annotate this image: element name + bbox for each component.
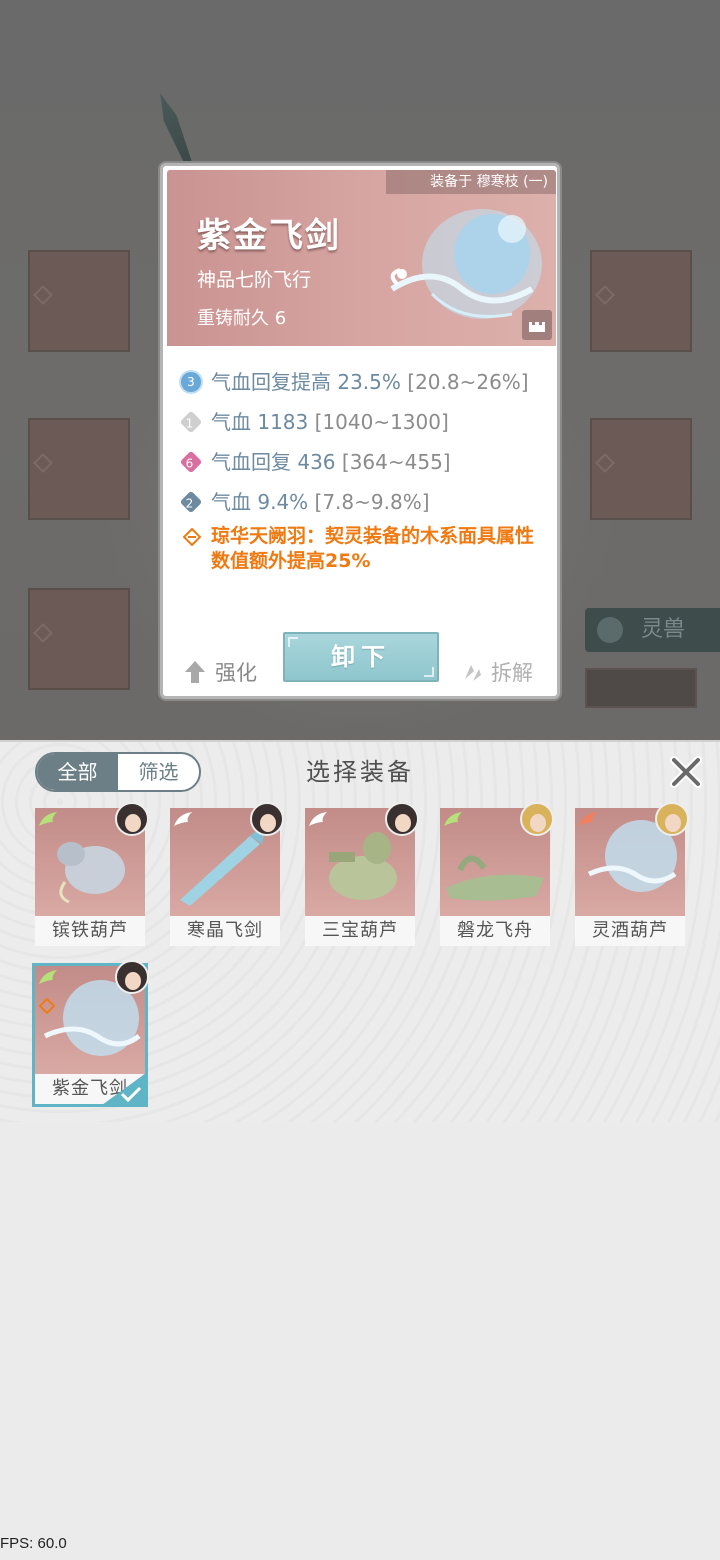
- panel-title: 选择装备: [306, 758, 414, 786]
- attribute-value: 气血回复 436: [211, 450, 336, 474]
- star-rating-box: [585, 668, 697, 708]
- equipment-detail-popup: 装备于 穆寒枝 (一) 紫金飞剑 神品七阶飞行 重铸耐久 6 3 气血回复提高 …: [160, 163, 560, 699]
- attribute-range: [20.8~26%]: [407, 370, 529, 394]
- item-durability: 重铸耐久 6: [197, 308, 287, 329]
- attribute-value: 气血回复提高 23.5%: [211, 370, 401, 394]
- slot-chain-icon: [33, 623, 53, 643]
- set-bonus: 琼华天阙羽：契灵装备的木系面具属性数值额外提高25%: [179, 524, 549, 574]
- item-name: 紫金飞剑: [197, 216, 341, 256]
- wing-icon: [39, 970, 57, 984]
- equipment-slot: [590, 250, 692, 352]
- set-link-icon: [39, 998, 55, 1014]
- item-grade: 神品七阶飞行: [197, 269, 312, 291]
- attribute-row: 3 气血回复提高 23.5% [20.8~26%]: [179, 362, 549, 402]
- equipment-card-selected[interactable]: 紫金飞剑: [32, 960, 149, 1107]
- corner-ornament: [424, 667, 434, 677]
- character-avatar: [115, 802, 149, 836]
- quality-badge-icon: 3: [181, 372, 201, 392]
- spirit-beast-icon: [597, 617, 623, 643]
- equipment-card[interactable]: 镔铁葫芦: [35, 802, 149, 946]
- attribute-range: [364~455]: [341, 450, 451, 474]
- slot-chain-icon: [595, 453, 615, 473]
- equipment-slot: [28, 418, 130, 520]
- slot-chain-icon: [33, 453, 53, 473]
- equipment-card[interactable]: 磐龙飞舟: [440, 802, 554, 946]
- character-avatar: [385, 802, 419, 836]
- fps-counter: FPS: 60.0: [0, 1535, 67, 1552]
- dismantle-label: 拆解: [491, 661, 533, 685]
- wing-icon: [39, 812, 57, 826]
- castle-icon: [529, 322, 545, 332]
- equipment-name: 三宝葫芦: [305, 916, 415, 946]
- equipment-select-panel: 全部 筛选 选择装备 镔铁葫芦 寒晶飞剑 三宝葫芦 磐龙飞舟 灵酒葫芦 紫金飞剑: [0, 740, 720, 1560]
- spirit-beast-tab-label: 灵兽: [641, 617, 686, 642]
- quality-badge-icon: 2: [179, 490, 203, 514]
- set-link-icon: [183, 528, 201, 546]
- slot-chain-icon: [33, 285, 53, 305]
- spirit-beast-tab: 灵兽: [585, 608, 720, 652]
- dismantle-button[interactable]: 拆解: [461, 652, 533, 692]
- equipment-name: 镔铁葫芦: [35, 916, 145, 946]
- character-avatar: [520, 802, 554, 836]
- attribute-row: 2 气血 9.4% [7.8~9.8%]: [179, 482, 549, 522]
- attribute-value: 气血 9.4%: [211, 490, 309, 514]
- equipment-card[interactable]: 寒晶飞剑: [170, 802, 284, 946]
- equipment-name: 灵酒葫芦: [575, 916, 685, 946]
- equipment-slot: [28, 588, 130, 690]
- lock-button[interactable]: [522, 310, 552, 340]
- set-bonus-text: 琼华天阙羽：契灵装备的木系面具属性数值额外提高25%: [211, 525, 535, 572]
- attribute-value: 气血 1183: [211, 410, 309, 434]
- close-icon[interactable]: [668, 754, 704, 790]
- equipment-name: 寒晶飞剑: [170, 916, 280, 946]
- quality-badge-icon: 6: [179, 450, 203, 474]
- equipment-card[interactable]: 三宝葫芦: [305, 802, 419, 946]
- popup-header: 装备于 穆寒枝 (一) 紫金飞剑 神品七阶飞行 重铸耐久 6: [167, 170, 556, 346]
- attribute-row: 6 气血回复 436 [364~455]: [179, 442, 549, 482]
- equipped-by-label: 装备于 穆寒枝 (一): [386, 170, 556, 194]
- equipment-slot: [590, 418, 692, 520]
- corner-ornament: [288, 637, 298, 647]
- wing-icon: [444, 812, 462, 826]
- wing-icon: [174, 812, 192, 826]
- equipment-slot: [28, 250, 130, 352]
- quality-badge-icon: 1: [179, 410, 203, 434]
- enhance-label: 强化: [215, 661, 257, 685]
- wing-icon: [579, 812, 597, 826]
- slot-chain-icon: [595, 285, 615, 305]
- character-avatar: [655, 802, 689, 836]
- equipment-name: 磐龙飞舟: [440, 916, 550, 946]
- equipment-card[interactable]: 灵酒葫芦: [575, 802, 689, 946]
- attribute-range: [7.8~9.8%]: [314, 490, 430, 514]
- attribute-list: 3 气血回复提高 23.5% [20.8~26%] 1 气血 1183 [104…: [179, 362, 549, 522]
- attribute-range: [1040~1300]: [314, 410, 449, 434]
- character-avatar: [250, 802, 284, 836]
- enhance-button[interactable]: 强化: [185, 652, 257, 692]
- character-avatar: [115, 960, 149, 994]
- attribute-row: 1 气血 1183 [1040~1300]: [179, 402, 549, 442]
- wing-icon: [309, 812, 327, 826]
- unequip-label: 卸下: [331, 643, 391, 671]
- dismantle-icon: [465, 665, 481, 681]
- unequip-button[interactable]: 卸下: [283, 632, 439, 682]
- up-arrow-icon: [185, 661, 205, 683]
